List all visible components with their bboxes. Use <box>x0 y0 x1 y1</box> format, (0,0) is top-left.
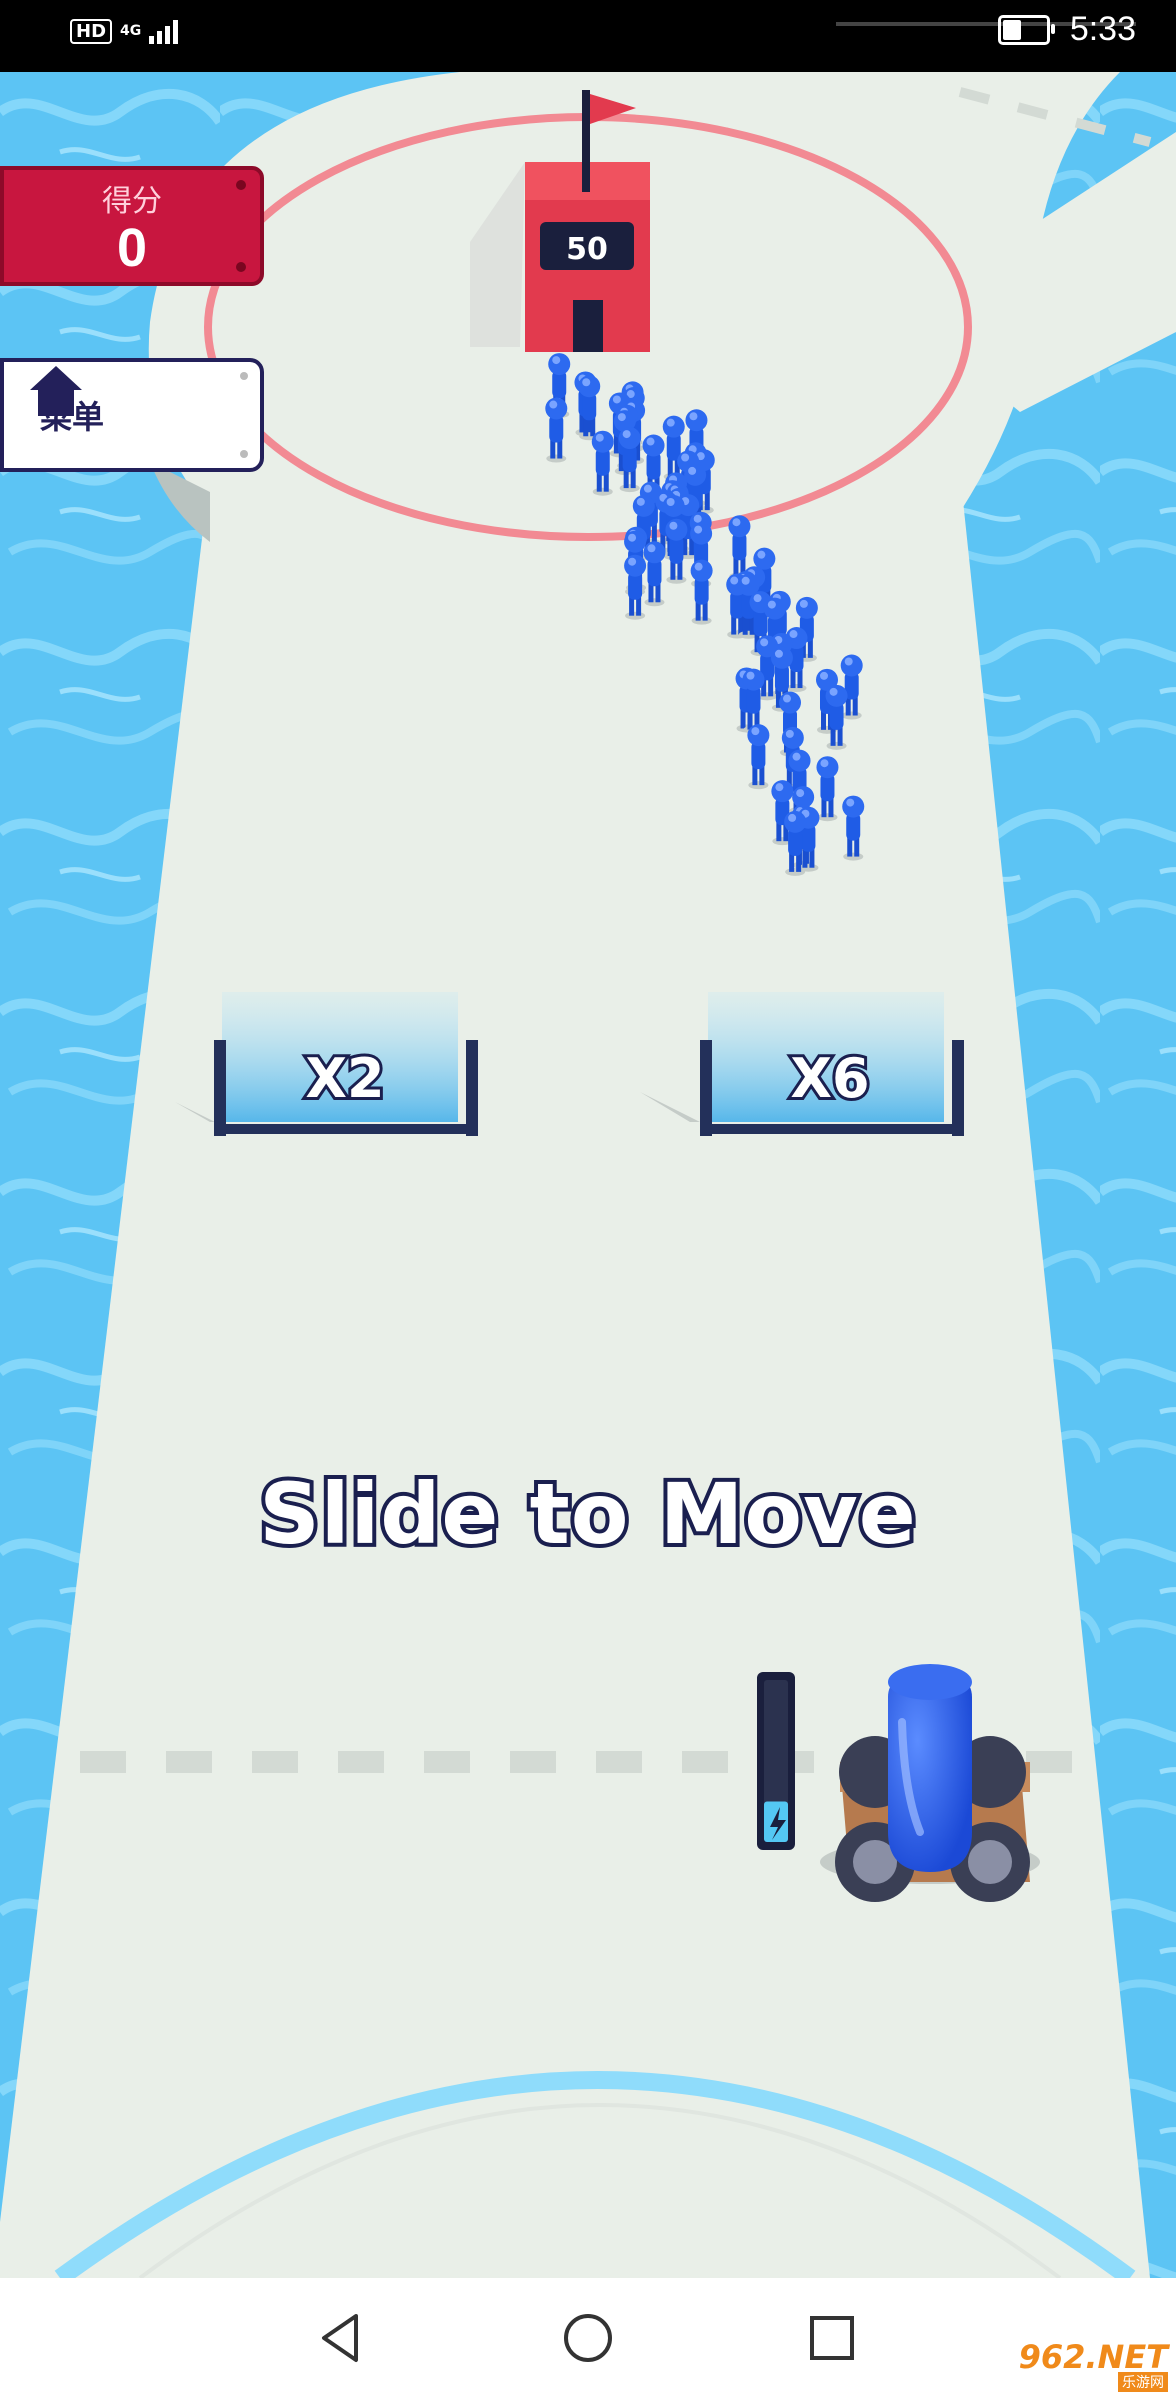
recents-square-icon[interactable] <box>802 2308 862 2368</box>
navigation-bar: 962.NET 乐游网 <box>0 2278 1176 2400</box>
network-indicator: 4G <box>120 23 142 39</box>
status-bar: HD 4G 5:33 <box>0 0 1176 72</box>
score-value: 0 <box>116 218 148 278</box>
score-label: 得分 <box>102 184 162 219</box>
rivet <box>240 450 248 458</box>
watermark-main: 962.NET <box>1018 2338 1168 2376</box>
back-triangle-icon[interactable] <box>310 2308 370 2368</box>
home-icon <box>30 366 82 416</box>
gate-x2-label: X2 <box>305 1047 384 1110</box>
slide-hint: Slide to Move <box>255 1461 920 1567</box>
rivet <box>236 262 246 272</box>
menu-button[interactable]: 菜单 <box>0 358 264 472</box>
signal-icon <box>149 18 179 44</box>
watermark: 962.NET 乐游网 <box>1019 2338 1168 2392</box>
status-left: HD 4G <box>70 18 179 44</box>
game-canvas[interactable]: 50 X2 X6 得分 0 菜单 Slide to Move <box>0 72 1176 2278</box>
tower-count: 50 <box>566 232 608 267</box>
rivet <box>240 372 248 380</box>
cannon-charge-meter <box>757 1672 795 1850</box>
gate-x6-label: X6 <box>790 1047 869 1110</box>
rivet <box>236 180 246 190</box>
score-panel: 得分 0 <box>0 166 264 286</box>
status-right: 5:33 <box>997 10 1136 49</box>
home-circle-icon[interactable] <box>558 2308 618 2368</box>
hd-indicator: HD <box>70 18 113 44</box>
battery-icon <box>997 14 1055 45</box>
battery-level <box>1002 19 1021 40</box>
watermark-sub: 乐游网 <box>1118 2372 1168 2392</box>
clock: 5:33 <box>1069 10 1136 48</box>
